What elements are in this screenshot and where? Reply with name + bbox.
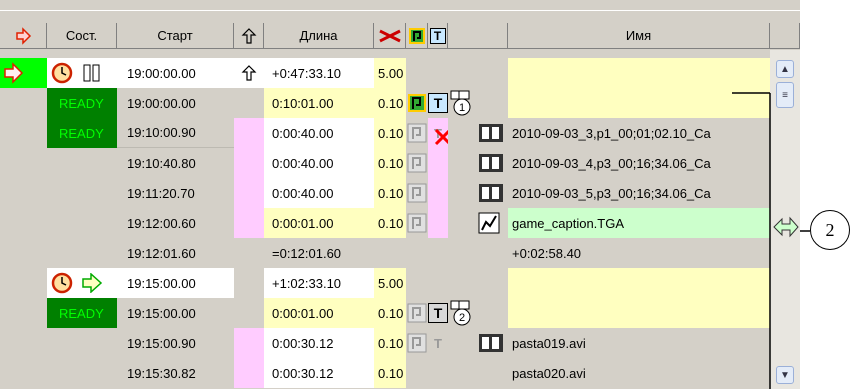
annotation-lines — [732, 92, 810, 389]
callout-badge: 2 — [810, 210, 850, 250]
